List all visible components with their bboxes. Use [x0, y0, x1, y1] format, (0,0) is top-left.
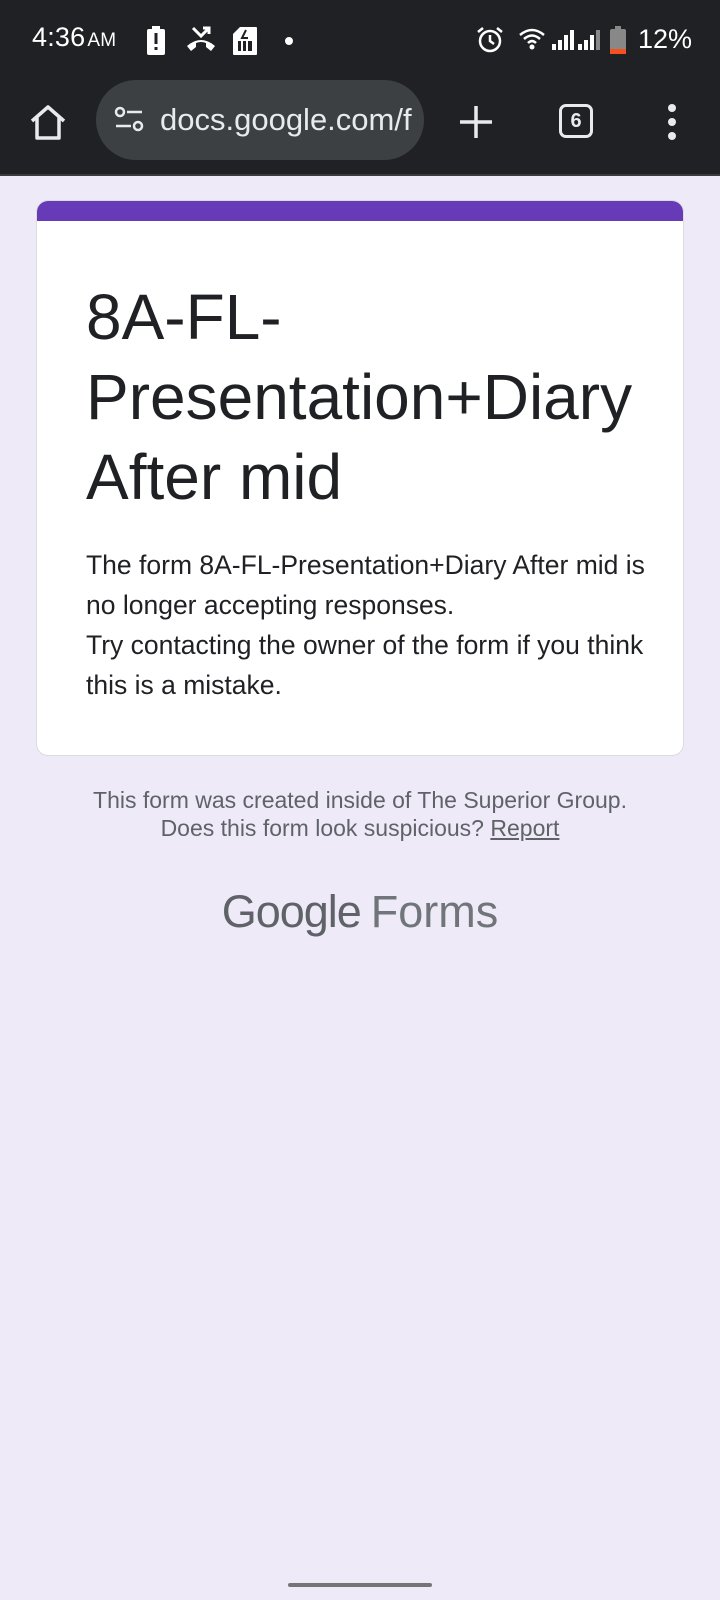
status-time: 4:36 AM	[32, 22, 116, 53]
browser-toolbar: docs.google.com/forms 6	[0, 80, 720, 176]
address-bar[interactable]: docs.google.com/forms	[96, 80, 424, 160]
battery-percent: 12%	[637, 24, 692, 54]
suspicious-line: Does this form look suspicious? Report	[0, 814, 720, 842]
signal-icon	[578, 30, 600, 50]
tab-count: 6	[570, 110, 582, 132]
created-inside-text: This form was created inside of The Supe…	[93, 787, 627, 813]
home-icon[interactable]	[28, 102, 68, 142]
notification-dot-icon	[285, 37, 293, 45]
card-accent-bar	[37, 201, 683, 221]
google-forms-logo[interactable]: Google Forms	[0, 886, 720, 938]
more-vert-icon[interactable]	[660, 102, 684, 142]
plus-icon[interactable]	[456, 102, 496, 142]
tabs-button[interactable]: 6	[559, 104, 593, 138]
status-bar: 4:36 AM 12%	[0, 0, 720, 80]
wifi-icon	[519, 28, 545, 50]
battery-alert-icon	[147, 26, 165, 55]
logo-forms: Forms	[370, 886, 499, 937]
form-card: 8A-FL-Presentation+Diary After mid The f…	[36, 200, 684, 756]
report-link[interactable]: Report	[490, 815, 559, 841]
form-message: The form 8A-FL-Presentation+Diary After …	[86, 545, 656, 705]
url-text: docs.google.com/forms	[160, 102, 412, 137]
tune-icon[interactable]	[114, 106, 144, 132]
signal-icon	[552, 30, 574, 50]
closed-message: The form 8A-FL-Presentation+Diary After …	[86, 550, 645, 620]
clock-text: 4:36	[32, 22, 86, 52]
battery-icon	[610, 26, 626, 54]
footer-info: This form was created inside of The Supe…	[0, 786, 720, 842]
suspicious-text: Does this form look suspicious?	[160, 815, 484, 841]
missed-call-icon	[187, 26, 215, 51]
sim-card-icon	[233, 27, 257, 55]
clock-ampm: AM	[87, 30, 117, 51]
logo-google: Google	[221, 886, 362, 937]
home-gesture-bar[interactable]	[288, 1583, 432, 1587]
contact-message: Try contacting the owner of the form if …	[86, 630, 644, 700]
form-title: 8A-FL-Presentation+Diary After mid	[86, 281, 633, 513]
alarm-icon	[477, 27, 503, 53]
